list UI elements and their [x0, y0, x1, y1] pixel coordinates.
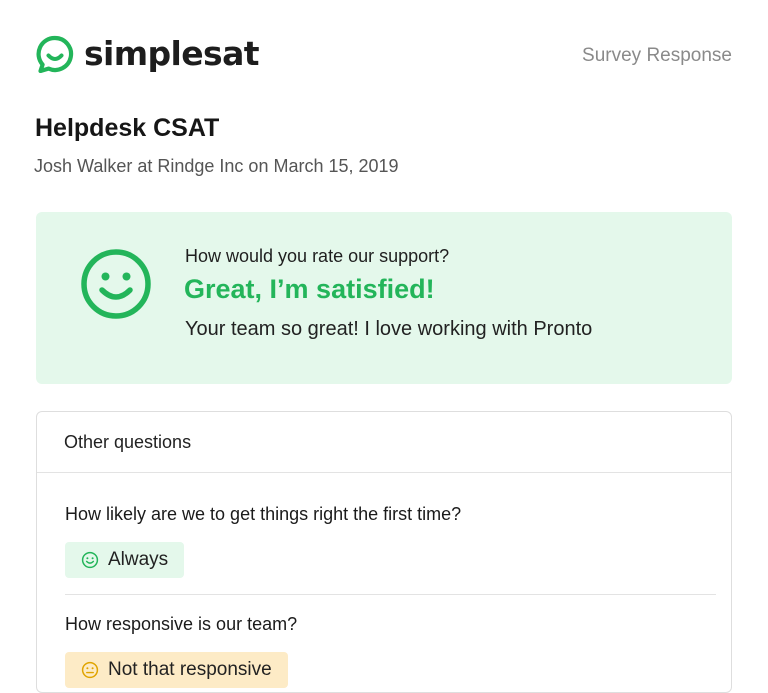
page-title: Helpdesk CSAT	[35, 114, 220, 142]
answer-badge: Always	[65, 542, 185, 578]
other-questions-title: Other questions	[64, 432, 192, 452]
chat-bubble-smile-icon	[36, 35, 74, 73]
answer-badge: Not that responsive	[65, 652, 288, 688]
other-questions-card: Other questions How likely are we to get…	[36, 411, 732, 693]
rating-comment: Your team so great! I love working with …	[185, 318, 593, 340]
answer-text: Not that responsive	[108, 659, 272, 680]
survey-response-label: Survey Response	[582, 45, 732, 66]
other-questions-header: Other questions	[37, 412, 731, 473]
response-meta: Josh Walker at Rindge Inc on March 15, 2…	[34, 156, 399, 176]
rating-question: How would you rate our support?	[185, 246, 450, 266]
question-item: How responsive is our team? Not that res…	[65, 614, 716, 688]
question-text: How likely are we to get things right th…	[65, 504, 462, 524]
brand-name: simplesat	[84, 34, 260, 73]
simplesat-logo: simplesat	[36, 34, 260, 73]
rating-card: How would you rate our support? Great, I…	[36, 212, 732, 384]
email-header: simplesat Survey Response	[36, 28, 732, 80]
question-item: How likely are we to get things right th…	[65, 504, 716, 578]
divider	[65, 594, 716, 595]
smiley-face-icon	[81, 249, 151, 319]
smiley-face-icon	[81, 551, 99, 569]
rating-answer: Great, I’m satisfied!	[184, 274, 435, 304]
neutral-face-icon	[81, 661, 99, 679]
question-text: How responsive is our team?	[65, 614, 298, 634]
answer-text: Always	[108, 549, 169, 570]
